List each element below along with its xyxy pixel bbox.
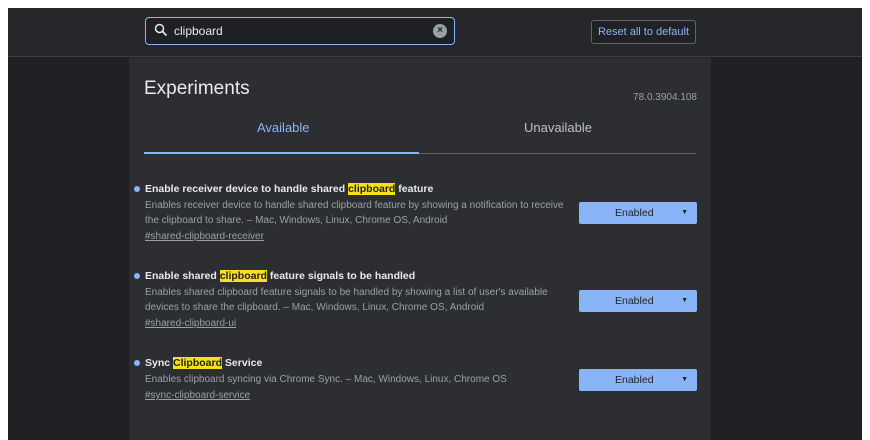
tab-available[interactable]: Available [257,120,310,135]
experiment-name: Enable shared clipboard feature signals … [145,270,415,282]
select-value: Enabled [615,374,654,386]
experiment-name-text: Sync [145,357,174,369]
chrome-flags-window: clipboard × Reset all to default Experim… [8,8,862,440]
search-highlight: clipboard [348,183,396,195]
select-value: Enabled [615,207,654,219]
version-label: 78.0.3904.108 [633,92,697,103]
search-box[interactable]: clipboard × [145,17,455,45]
experiments-panel: Experiments 78.0.3904.108 Available Unav… [129,58,711,440]
experiment-link[interactable]: #sync-clipboard-service [145,390,250,401]
experiment-select[interactable]: Enabled ▼ [579,369,697,391]
select-value: Enabled [615,295,654,307]
search-icon [154,23,168,37]
experiment-description: Enables receiver device to handle shared… [145,200,564,226]
search-highlight: clipboard [219,270,267,282]
experiment-link[interactable]: #shared-clipboard-receiver [145,231,264,242]
experiment-name-text: Service [222,357,263,369]
dropdown-arrow-icon: ▼ [681,297,688,304]
bullet-icon [134,186,140,192]
experiment-select[interactable]: Enabled ▼ [579,202,697,224]
dropdown-arrow-icon: ▼ [681,376,688,383]
clear-icon[interactable]: × [433,24,447,38]
experiment-description: Enables clipboard syncing via Chrome Syn… [145,374,507,385]
bullet-icon [134,360,140,366]
flags-header-bar: clipboard × Reset all to default [8,8,862,57]
experiment-select[interactable]: Enabled ▼ [579,290,697,312]
experiment-name-text: Enable receiver device to handle shared [145,183,349,195]
experiment-name-text: feature signals to be handled [266,270,416,282]
reset-all-button[interactable]: Reset all to default [591,20,696,44]
experiment-description: Enables shared clipboard feature signals… [145,287,548,313]
tab-divider [419,153,696,154]
page-title: Experiments [144,78,250,99]
experiment-link[interactable]: #shared-clipboard-ui [145,318,236,329]
experiment-name: Sync Clipboard Service [145,357,262,369]
search-highlight: Clipboard [173,357,223,369]
bullet-icon [134,273,140,279]
experiment-name-text: feature [395,183,434,195]
active-tab-indicator [144,152,419,154]
experiment-name: Enable receiver device to handle shared … [145,183,433,195]
search-input[interactable]: clipboard [174,24,223,38]
tab-unavailable[interactable]: Unavailable [524,120,592,135]
dropdown-arrow-icon: ▼ [681,209,688,216]
experiment-name-text: Enable shared [145,270,220,282]
